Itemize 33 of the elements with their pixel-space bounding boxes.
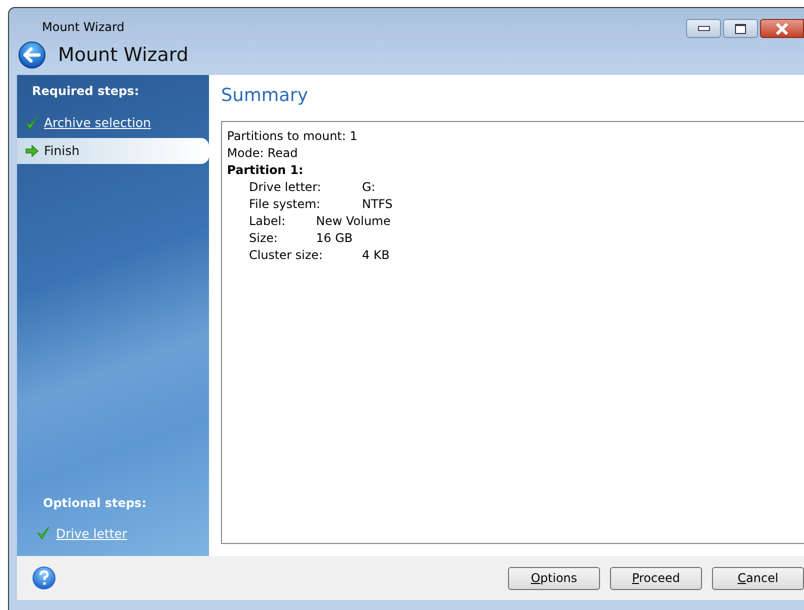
wizard-title: Mount Wizard bbox=[58, 44, 188, 66]
field-label: Cluster size: bbox=[249, 246, 324, 264]
field-label: Label: bbox=[249, 212, 286, 230]
field-label: File system: bbox=[249, 196, 322, 213]
section-heading: Required steps: bbox=[32, 84, 140, 98]
page-title: Summary bbox=[221, 84, 309, 108]
dialog-button[interactable]: Proceed bbox=[610, 566, 702, 590]
checkmark-icon bbox=[37, 526, 51, 540]
checkmark-icon bbox=[25, 116, 39, 130]
field-value: 4 KB bbox=[362, 246, 390, 264]
summary-line: Partitions to mount: 1 bbox=[227, 128, 358, 145]
dialog-button[interactable]: Cancel bbox=[712, 566, 804, 590]
field-label: Drive letter: bbox=[249, 178, 322, 196]
window-title: Mount Wizard bbox=[42, 20, 126, 34]
field-value: NTFS bbox=[362, 196, 393, 213]
summary-line: Mode: Read bbox=[227, 144, 299, 162]
close-icon bbox=[775, 22, 789, 34]
step-link[interactable]: Archive selection bbox=[44, 115, 151, 130]
back-button[interactable] bbox=[18, 41, 46, 70]
dialog-button[interactable]: Options bbox=[508, 566, 600, 590]
help-icon[interactable] bbox=[32, 566, 56, 590]
field-value: G: bbox=[362, 178, 376, 196]
current-step[interactable]: Finish bbox=[17, 138, 209, 164]
section-heading: Optional steps: bbox=[43, 496, 148, 510]
maximize-button[interactable] bbox=[723, 19, 758, 38]
step-label[interactable]: Finish bbox=[44, 143, 80, 158]
partition-heading: Partition 1: bbox=[227, 162, 304, 179]
field-value: New Volume bbox=[316, 212, 391, 230]
field-value: 16 GB bbox=[316, 230, 353, 247]
minimize-button[interactable] bbox=[686, 19, 721, 38]
close-button[interactable] bbox=[760, 19, 804, 38]
field-label: Size: bbox=[249, 230, 279, 247]
arrow-icon bbox=[25, 144, 39, 157]
